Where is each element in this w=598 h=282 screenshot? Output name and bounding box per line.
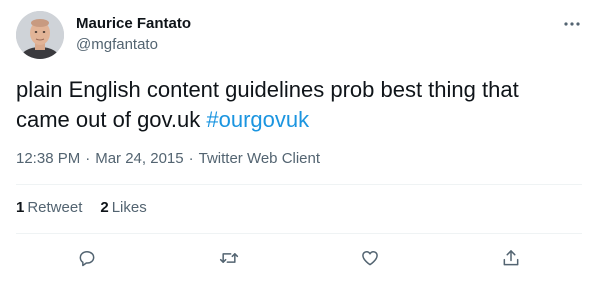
retweet-button[interactable] — [216, 245, 242, 271]
avatar[interactable] — [16, 11, 64, 59]
author-handle[interactable]: @mgfantato — [76, 36, 158, 54]
likes-stat[interactable]: 2 Likes — [100, 198, 146, 218]
action-bar — [0, 243, 598, 273]
tweet-card: Maurice Fantato @mgfantato plain English… — [0, 0, 598, 282]
tweet-text: plain English content guidelines prob be… — [16, 75, 576, 135]
hashtag-link[interactable]: #ourgovuk — [206, 107, 309, 132]
tweet-stats: 1 Retweet 2 Likes — [16, 198, 165, 218]
tweet-client[interactable]: Twitter Web Client — [199, 150, 320, 167]
retweets-stat[interactable]: 1 Retweet — [16, 198, 82, 218]
like-button[interactable] — [357, 245, 383, 271]
retweets-count: 1 — [16, 199, 25, 216]
meta-separator: · — [188, 150, 194, 167]
tweet-date[interactable]: Mar 24, 2015 — [95, 150, 183, 167]
share-button[interactable] — [498, 245, 524, 271]
reply-button[interactable] — [74, 245, 100, 271]
divider — [16, 184, 582, 185]
tweet-meta: 12:38 PM · Mar 24, 2015 · Twitter Web Client — [16, 149, 320, 169]
reply-icon — [79, 251, 95, 267]
author-name[interactable]: Maurice Fantato — [76, 15, 191, 33]
likes-count: 2 — [100, 199, 109, 216]
heart-icon — [362, 251, 378, 266]
share-icon — [503, 250, 519, 266]
retweets-label: Retweet — [27, 199, 83, 216]
retweet-icon — [219, 253, 239, 263]
more-horizontal-icon — [564, 22, 580, 26]
likes-label: Likes — [111, 199, 147, 216]
meta-separator: · — [85, 150, 91, 167]
more-options-button[interactable] — [560, 14, 584, 34]
tweet-time[interactable]: 12:38 PM — [16, 150, 80, 167]
divider — [16, 233, 582, 234]
